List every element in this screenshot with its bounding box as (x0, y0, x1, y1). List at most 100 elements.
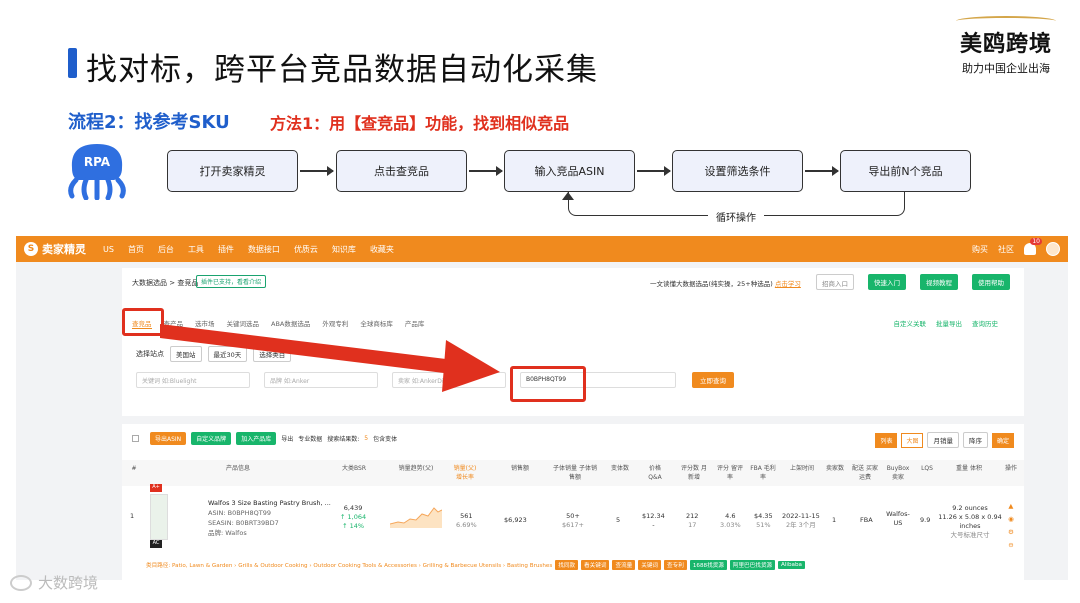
buybox-cell[interactable]: Walfos-US (884, 510, 912, 528)
history-link[interactable]: 查询历史 (972, 318, 998, 328)
tag-traffic[interactable]: 查流量 (612, 560, 636, 570)
video-tutorial-button[interactable]: 视频教程 (920, 274, 958, 290)
app-logo[interactable]: S 卖家精灵 (16, 241, 96, 257)
export-asin-button[interactable]: 导出ASIN (150, 432, 187, 445)
col-price[interactable]: 价格 Q&A (642, 464, 668, 482)
avatar[interactable] (1046, 242, 1060, 256)
help-button[interactable]: 使用帮助 (972, 274, 1010, 290)
nav-cloud[interactable]: 优质云 (287, 244, 325, 255)
tag-patent[interactable]: 查专利 (664, 560, 687, 570)
nav-plugins[interactable]: 插件 (211, 244, 241, 255)
tab-keyword[interactable]: 关键词选品 (227, 318, 260, 329)
price-cell: $12.34 - (642, 512, 665, 530)
col-sales[interactable]: 销量(父) 增长率 (450, 464, 480, 482)
nav-community[interactable]: 社区 (998, 244, 1014, 255)
view-grid-button[interactable]: 大图 (901, 432, 924, 448)
rpa-label: RPA (84, 155, 111, 169)
rating-value: 4.6 (725, 512, 736, 520)
include-variant-toggle[interactable]: 包含变体 (373, 434, 397, 443)
tab-product-library[interactable]: 产品库 (405, 318, 425, 329)
col-weight[interactable]: 重量 体积 (946, 464, 992, 473)
brand-input[interactable]: 品牌 如:Anker (264, 372, 378, 388)
col-fulfillment[interactable]: 配送 买家运费 (850, 464, 880, 482)
nav-backend[interactable]: 后台 (151, 244, 181, 255)
keyword-input[interactable]: 关键词 如:Bluelight (136, 372, 250, 388)
tag-alibaba[interactable]: Alibaba (778, 561, 805, 569)
col-lqs[interactable]: LQS (918, 464, 936, 473)
add-to-library-button[interactable]: 加入产品库 (236, 432, 277, 445)
flow-arrow-icon (637, 166, 671, 176)
export-button[interactable]: 导出 (281, 434, 293, 443)
category-select[interactable]: 选择类目 (253, 346, 292, 362)
product-brand[interactable]: 品牌: Walfos (208, 528, 338, 538)
col-ratings[interactable]: 评分数 月新增 (680, 464, 708, 482)
custom-link[interactable]: 自定义关联 (894, 318, 927, 328)
chart-action-icon[interactable]: ▲ (1008, 500, 1014, 513)
location-action-icon[interactable]: ◉ (1008, 513, 1014, 526)
period-select[interactable]: 最近30天 (207, 346, 248, 362)
tag-keywords[interactable]: 看关键词 (581, 560, 610, 570)
custom-brand-button[interactable]: 自定义品牌 (191, 432, 232, 445)
ratings-new: 17 (688, 521, 697, 529)
bell-icon[interactable]: 10 (1024, 238, 1042, 255)
table-row[interactable]: 1 A+ AC Walfos 3 Size Basting Pastry Bru… (122, 484, 1024, 554)
col-variants[interactable]: 变体数 (608, 464, 632, 473)
col-fba[interactable]: FBA 毛利率 (750, 464, 776, 482)
notice-link[interactable]: 点击学习 (775, 280, 801, 288)
tag-keyword[interactable]: 关键词 (638, 560, 662, 570)
category-path[interactable]: 类目路径: Patio, Lawn & Garden › Grills & Ou… (146, 561, 552, 569)
tab-trademark[interactable]: 全球商标库 (360, 318, 393, 329)
nav-favorites[interactable]: 收藏夹 (363, 244, 401, 255)
nav-home[interactable]: 首页 (121, 244, 151, 255)
site-select[interactable]: 美国站 (170, 346, 202, 362)
nav-tools[interactable]: 工具 (181, 244, 211, 255)
col-sellers[interactable]: 卖家数 (824, 464, 846, 473)
view-list-button[interactable]: 列表 (875, 432, 898, 448)
nav-buy[interactable]: 购买 (972, 244, 988, 255)
product-thumbnail[interactable] (150, 494, 168, 540)
tab-design-patent[interactable]: 外观专利 (322, 318, 348, 329)
plugin-tag[interactable]: 插件已支持，看看介绍 (196, 275, 267, 288)
col-index: # (131, 465, 137, 472)
batch-export-link[interactable]: 批量导出 (936, 318, 962, 328)
seller-input[interactable]: 卖家 如:AnkerDirect (392, 372, 506, 388)
tag-same-style[interactable]: 找同款 (555, 560, 579, 570)
nav-api[interactable]: 数据接口 (241, 244, 287, 255)
tag-1688[interactable]: 1688找货源 (689, 560, 727, 570)
watermark-logo-icon (10, 574, 32, 591)
tab-product[interactable]: 查产品 (164, 318, 184, 329)
col-rating[interactable]: 评分 留评率 (716, 464, 744, 482)
col-launch[interactable]: 上架时间 (784, 464, 820, 473)
product-title[interactable]: Walfos 3 Size Basting Pastry Brush, ... (208, 498, 338, 508)
col-sales-trend[interactable]: 销量趋势(父) (388, 464, 444, 473)
bsr-value: 6,439 (343, 504, 363, 512)
brand-logo: 美鸥跨境 助力中国企业出海 (952, 16, 1060, 76)
tab-aba[interactable]: ABA数据选品 (271, 318, 310, 329)
settings-action-icon[interactable]: ⚙ (1008, 526, 1014, 539)
product-asin[interactable]: ASIN: B0BPH8QT99 (208, 508, 338, 518)
col-child-sales[interactable]: 子体销量 子体销售额 (552, 464, 598, 482)
tag-alibaba-cn[interactable]: 阿里巴巴找货源 (729, 560, 776, 570)
flow-step-4: 设置筛选条件 (672, 150, 803, 192)
sales-trend-sparkline[interactable] (390, 502, 442, 528)
col-bsr[interactable]: 大类BSR (336, 464, 372, 473)
confirm-button[interactable]: 确定 (991, 432, 1014, 448)
flow-label: 流程2：找参考SKU (68, 112, 230, 133)
tab-market[interactable]: 选市场 (195, 318, 215, 329)
region-selector[interactable]: US (96, 245, 121, 254)
child-sales: 50+ (566, 512, 580, 520)
margin-value: 51% (756, 521, 771, 529)
search-button[interactable]: 立即查询 (692, 372, 734, 388)
nav-knowledge[interactable]: 知识库 (325, 244, 363, 255)
col-revenue[interactable]: 销售额 (502, 464, 538, 473)
collect-button[interactable]: 招商入口 (816, 274, 854, 290)
pro-data-button[interactable]: 专业数据 (298, 434, 322, 443)
top-nav: S 卖家精灵 US 首页 后台 工具 插件 数据接口 优质云 知识库 收藏夹 购… (16, 236, 1068, 262)
more-action-icon[interactable]: ⊖ (1008, 539, 1014, 552)
col-buybox[interactable]: BuyBox 卖家 (884, 464, 912, 482)
col-product[interactable]: 产品信息 (208, 464, 268, 473)
sort-select[interactable]: 月销量 (927, 432, 959, 448)
quick-start-button[interactable]: 快速入门 (868, 274, 906, 290)
order-select[interactable]: 降序 (962, 432, 988, 448)
select-all-checkbox[interactable] (132, 435, 139, 442)
